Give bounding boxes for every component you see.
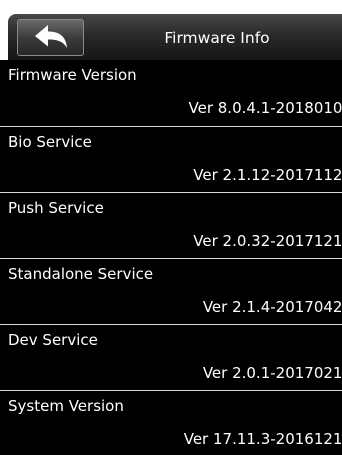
item-value: Ver 17.11.3-20161214 [183,430,342,448]
item-value: Ver 2.0.1-20170210 [202,364,342,382]
back-arrow-icon [34,24,67,48]
page-title: Firmware Info [164,29,270,47]
item-value: Ver 8.0.4.1-20180104 [188,99,342,117]
item-value: Ver 2.1.4-20170427 [202,298,342,316]
item-label: Push Service [8,199,104,217]
list-item-system-version: System Version Ver 17.11.3-20161214 [0,390,342,455]
list-item-firmware-version: Firmware Version Ver 8.0.4.1-20180104 [0,60,342,126]
header: Firmware Info [0,0,342,60]
item-label: Standalone Service [8,265,154,283]
item-label: Bio Service [8,133,92,151]
screen: Firmware Info Firmware Version Ver 8.0.4… [0,0,342,455]
item-value: Ver 2.0.32-20171219 [193,232,342,250]
firmware-info-list: Firmware Version Ver 8.0.4.1-20180104 Bi… [0,60,342,455]
list-item-bio-service: Bio Service Ver 2.1.12-20171121 [0,126,342,192]
list-item-standalone-service: Standalone Service Ver 2.1.4-20170427 [0,258,342,324]
list-item-push-service: Push Service Ver 2.0.32-20171219 [0,192,342,258]
item-value: Ver 2.1.12-20171121 [193,166,342,184]
item-label: System Version [8,397,124,415]
item-label: Firmware Version [8,66,137,84]
list-item-dev-service: Dev Service Ver 2.0.1-20170210 [0,324,342,390]
back-button[interactable] [17,19,84,56]
item-label: Dev Service [8,331,98,349]
